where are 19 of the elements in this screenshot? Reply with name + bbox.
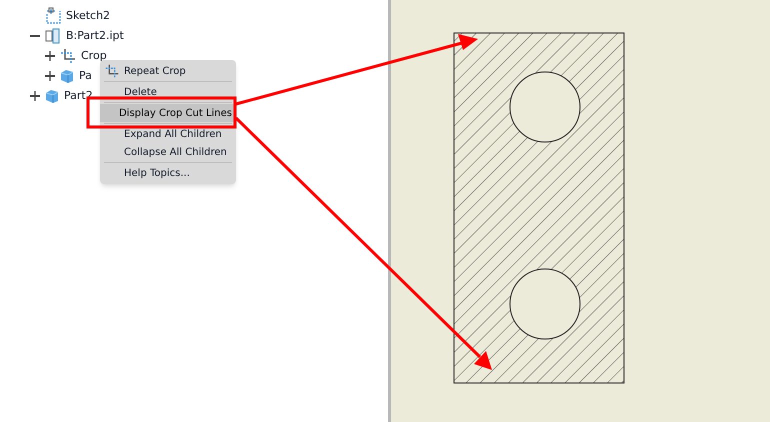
expand-toggle[interactable] <box>45 51 55 61</box>
expand-toggle[interactable] <box>30 91 40 101</box>
menu-item[interactable]: Display Crop Cut Lines <box>100 104 236 122</box>
tree-item[interactable]: B:Part2.ipt <box>66 28 124 44</box>
assembly-icon <box>44 27 62 45</box>
tree-item[interactable]: Crop <box>81 48 107 64</box>
cube-icon <box>59 68 75 84</box>
menu-item[interactable]: Help Topics... <box>100 164 236 182</box>
menu-item[interactable]: Expand All Children <box>100 125 236 143</box>
cube-icon <box>44 88 60 104</box>
tree-item[interactable]: Sketch2 <box>66 8 110 24</box>
crop-icon <box>104 62 120 80</box>
crop-icon <box>59 47 77 65</box>
tree-item[interactable]: Pa <box>79 68 92 84</box>
expand-toggle[interactable] <box>45 71 55 81</box>
sketch-icon <box>44 7 62 25</box>
menu-item[interactable]: Collapse All Children <box>100 143 236 161</box>
menu-item[interactable]: Repeat Crop <box>100 62 236 80</box>
menu-item[interactable]: Delete <box>100 83 236 101</box>
